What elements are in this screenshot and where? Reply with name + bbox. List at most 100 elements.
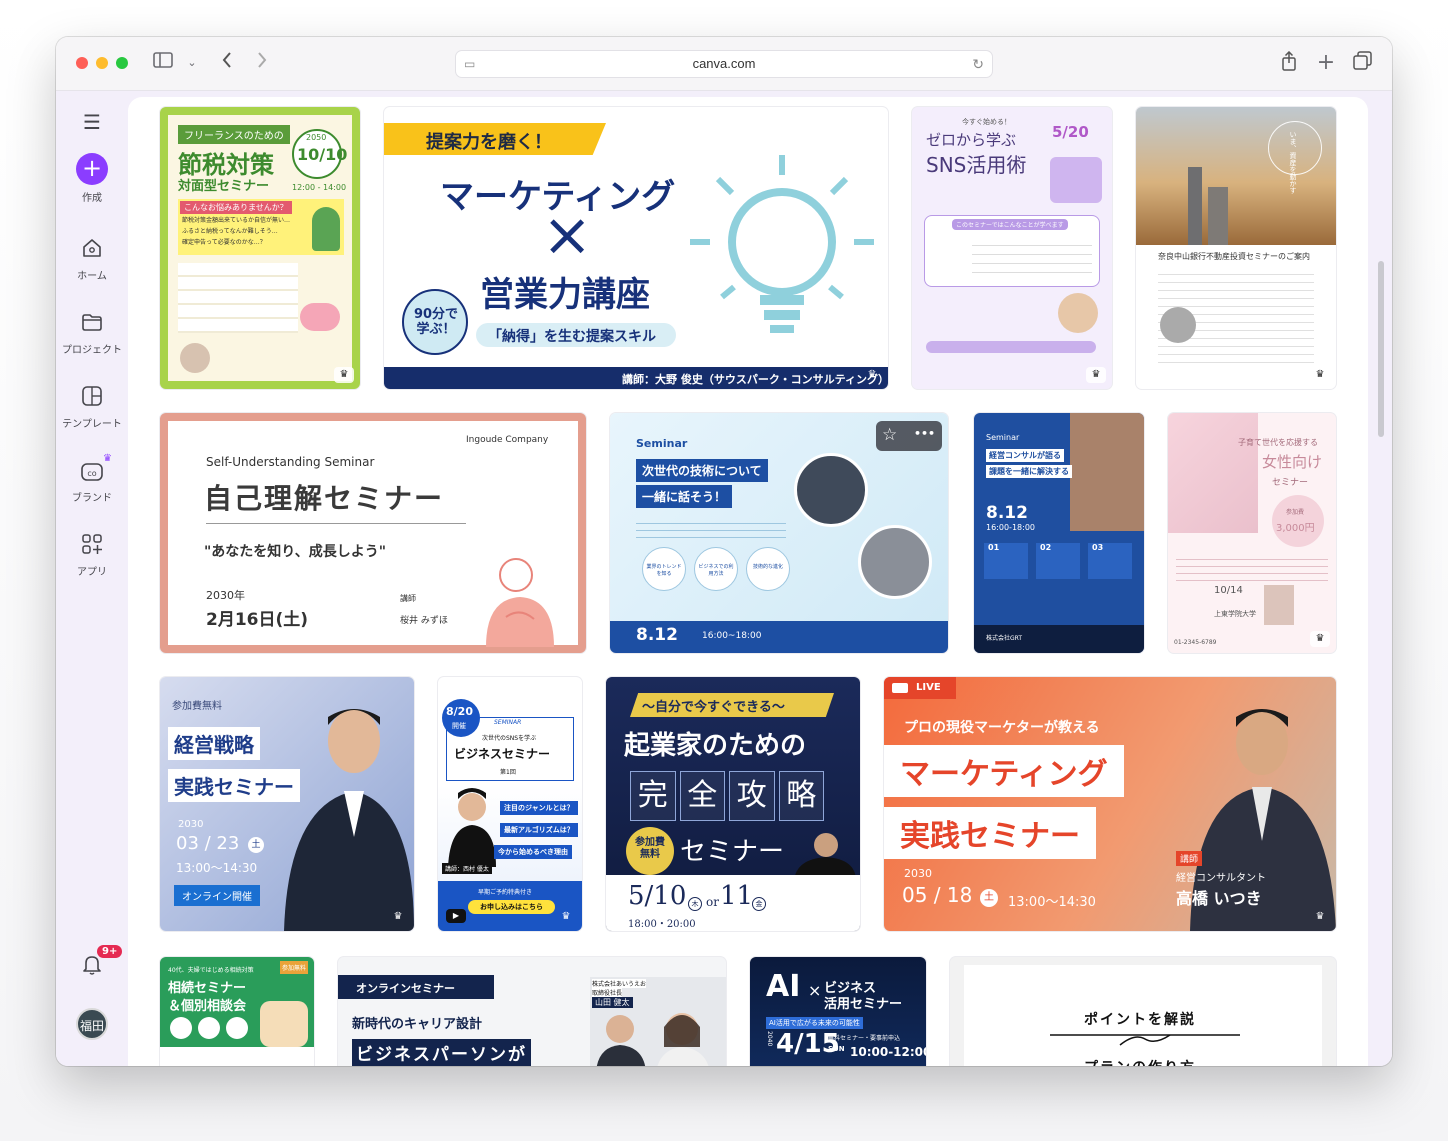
template-card[interactable]: 〜自分で今すぐできる〜 起業家のための 完 全 攻 略 参加費 無料 セミナー … (606, 677, 860, 931)
template-card[interactable]: 今すぐ始める！ ゼロから学ぶ SNS活用術 5/20 このセミナーではこんなこと… (912, 107, 1112, 389)
template-card[interactable]: LIVE プロの現役マーケターが教える マーケティング 実践セミナー 2030 … (884, 677, 1336, 931)
template-title: ポイントを解説 (1084, 1012, 1196, 1028)
template-title: マーケティング (884, 745, 1124, 797)
template-text: 経営コンサルタント (1176, 873, 1266, 884)
live-badge: LIVE (916, 682, 941, 693)
speaker-photo (1264, 585, 1294, 625)
sidebar-item-create[interactable]: + 作成 (56, 153, 128, 204)
template-text: 2040 (766, 1031, 773, 1047)
phone-illustration (1050, 157, 1102, 203)
template-text: 10/10 (297, 145, 348, 164)
sidebar-toggle-icon[interactable] (152, 51, 174, 75)
sidebar-item-brand[interactable]: co ♛ ブランド (56, 453, 128, 504)
template-card[interactable]: 子育て世代を応援する 女性向け セミナー 参加費 3,000円 10/14 上東… (1168, 413, 1336, 653)
more-options-button[interactable]: ••• (914, 427, 935, 440)
template-card[interactable]: いま、資産を動かす 奈良中山銀行不動産投資セミナーのご案内 ♛ (1136, 107, 1336, 389)
template-text: Ingoude Company (466, 435, 549, 445)
template-title: 課題を一緒に解決する (986, 465, 1072, 478)
crown-icon: ♛ (393, 911, 403, 922)
template-text: × (808, 981, 822, 1000)
sidebar-item-apps[interactable]: アプリ (56, 533, 128, 578)
template-text: 次世代のSNSを学ぶ (482, 735, 537, 742)
template-card[interactable]: 提案力を磨く！ マーケティング × 営業力講座 「納得」を生む提案スキル 90分… (384, 107, 888, 389)
template-text: 技術的な進化 (752, 564, 783, 570)
template-card[interactable]: AI × ビジネス 活用セミナー AI活用で広がる未来の可能性 2040 4/1… (750, 957, 926, 1066)
template-text: 40代、夫婦ではじめる相続対策 (168, 967, 254, 974)
template-text: オンライン開催 (174, 885, 260, 906)
template-title: 相続セミナー (168, 981, 247, 996)
template-text: 05 / 18 (902, 883, 973, 907)
speaker-photo (1070, 413, 1144, 531)
template-title: 次世代の技術について (636, 459, 768, 482)
template-text: 今すぐ始める！ (962, 118, 1011, 126)
chevron-down-icon[interactable]: ⌄ (184, 51, 200, 75)
template-card[interactable]: ポイントを解説 プランの作り方 (950, 957, 1336, 1066)
template-card[interactable]: オンラインセミナー 新時代のキャリア設計 ビジネスパーソンが 株式会社あいうえお… (338, 957, 726, 1066)
sidebar-item-label: アプリ (77, 567, 107, 578)
piggy-bank-illustration (300, 303, 340, 331)
template-text: 節税対策金額出来ているか自信が無い… (182, 217, 291, 224)
template-card[interactable]: 40代、夫婦ではじめる相続対策 相続セミナー ＆個別相談会 参加無料 (160, 957, 314, 1066)
template-text: 最新アルゴリズムは？ (500, 823, 578, 837)
tab-overview-icon[interactable] (1352, 51, 1374, 75)
avatar (1058, 293, 1098, 333)
template-text: 13:00〜14:30 (1008, 895, 1096, 910)
scrollbar[interactable] (1378, 261, 1384, 437)
account-button[interactable]: 福田 (56, 1008, 128, 1040)
close-window-button[interactable] (76, 57, 88, 69)
template-text: 講師 (1176, 851, 1203, 866)
minimize-window-button[interactable] (96, 57, 108, 69)
plus-icon[interactable]: + (76, 153, 108, 185)
template-text: 株式会社あいうえお (592, 979, 647, 988)
template-title: 一緒に話そう！ (636, 485, 733, 508)
building-photo (1160, 307, 1196, 343)
star-icon[interactable]: ☆ (882, 425, 897, 445)
template-text: 8.12 (986, 503, 1028, 523)
template-title: AI (766, 969, 801, 1004)
svg-text:co: co (87, 469, 96, 478)
back-icon[interactable] (216, 51, 238, 75)
maximize-window-button[interactable] (116, 57, 128, 69)
template-text: 講師：大野 俊史（サウスパーク・コンサルティング） (622, 373, 888, 386)
template-card[interactable]: Seminar 次世代の技術について 一緒に話そう！ 業界のトレンドを知る ビジ… (610, 413, 948, 653)
address-bar[interactable]: ▭ canva.com ↻ (455, 50, 993, 78)
template-text: 参加費無料 (172, 701, 222, 712)
new-tab-icon[interactable]: + (1315, 51, 1337, 75)
play-icon: ▶ (446, 909, 466, 923)
template-text: 2050 (306, 133, 327, 142)
template-title: ＆個別相談会 (168, 999, 247, 1014)
template-text: AI活用で広がる未来の可能性 (766, 1017, 863, 1029)
template-icon (79, 385, 105, 411)
template-text: 子育て世代を応援する (1238, 438, 1318, 447)
template-text: 10:00-12:00 (850, 1045, 926, 1059)
crown-icon: ♛ (561, 911, 571, 922)
template-text: 確定申告って必要なのかな…？ (182, 239, 266, 246)
url-text: canva.com (692, 56, 756, 71)
avatar[interactable]: 福田 (76, 1008, 108, 1040)
sidebar-item-projects[interactable]: プロジェクト (56, 311, 128, 356)
template-text: 2月16日(土) (206, 610, 309, 630)
crown-icon: ♛ (103, 453, 112, 464)
template-card[interactable]: Seminar 経営コンサルが語る 課題を一緒に解決する 8.12 16:00-… (974, 413, 1144, 653)
hamburger-icon[interactable]: ☰ (79, 109, 105, 135)
sidebar-item-home[interactable]: ホーム (56, 237, 128, 282)
page-settings-icon[interactable]: ▭ (464, 51, 475, 77)
template-card[interactable]: 参加費無料 経営戦略 実践セミナー 2030 03 / 23 土 13:00〜1… (160, 677, 414, 931)
share-icon[interactable] (1278, 50, 1300, 75)
sidebar-item-templates[interactable]: テンプレート (56, 385, 128, 430)
template-title: 経営戦略 (168, 727, 260, 760)
template-card[interactable]: Ingoude Company Self-Understanding Semin… (160, 413, 586, 653)
forward-icon[interactable] (251, 51, 273, 75)
notifications-button[interactable]: 9+ (56, 945, 128, 979)
sidebar-item-label: テンプレート (62, 419, 122, 430)
template-title: 営業力講座 (480, 275, 650, 315)
template-text: 8.12 (636, 625, 678, 645)
menu-button[interactable]: ☰ (56, 109, 128, 135)
template-card[interactable]: 8/20 開催 SEMINAR 次世代のSNSを学ぶ ビジネスセミナー 第1回 … (438, 677, 582, 931)
template-text: 講師：西村 優太 (442, 863, 492, 874)
template-text: 2030 (904, 867, 932, 880)
video-camera-icon (892, 683, 908, 693)
template-text: 16:00-18:00 (986, 523, 1035, 532)
reload-icon[interactable]: ↻ (972, 51, 984, 77)
template-card[interactable]: フリーランスのための 節税対策 対面型セミナー 2050 10/10 12:00… (160, 107, 360, 389)
